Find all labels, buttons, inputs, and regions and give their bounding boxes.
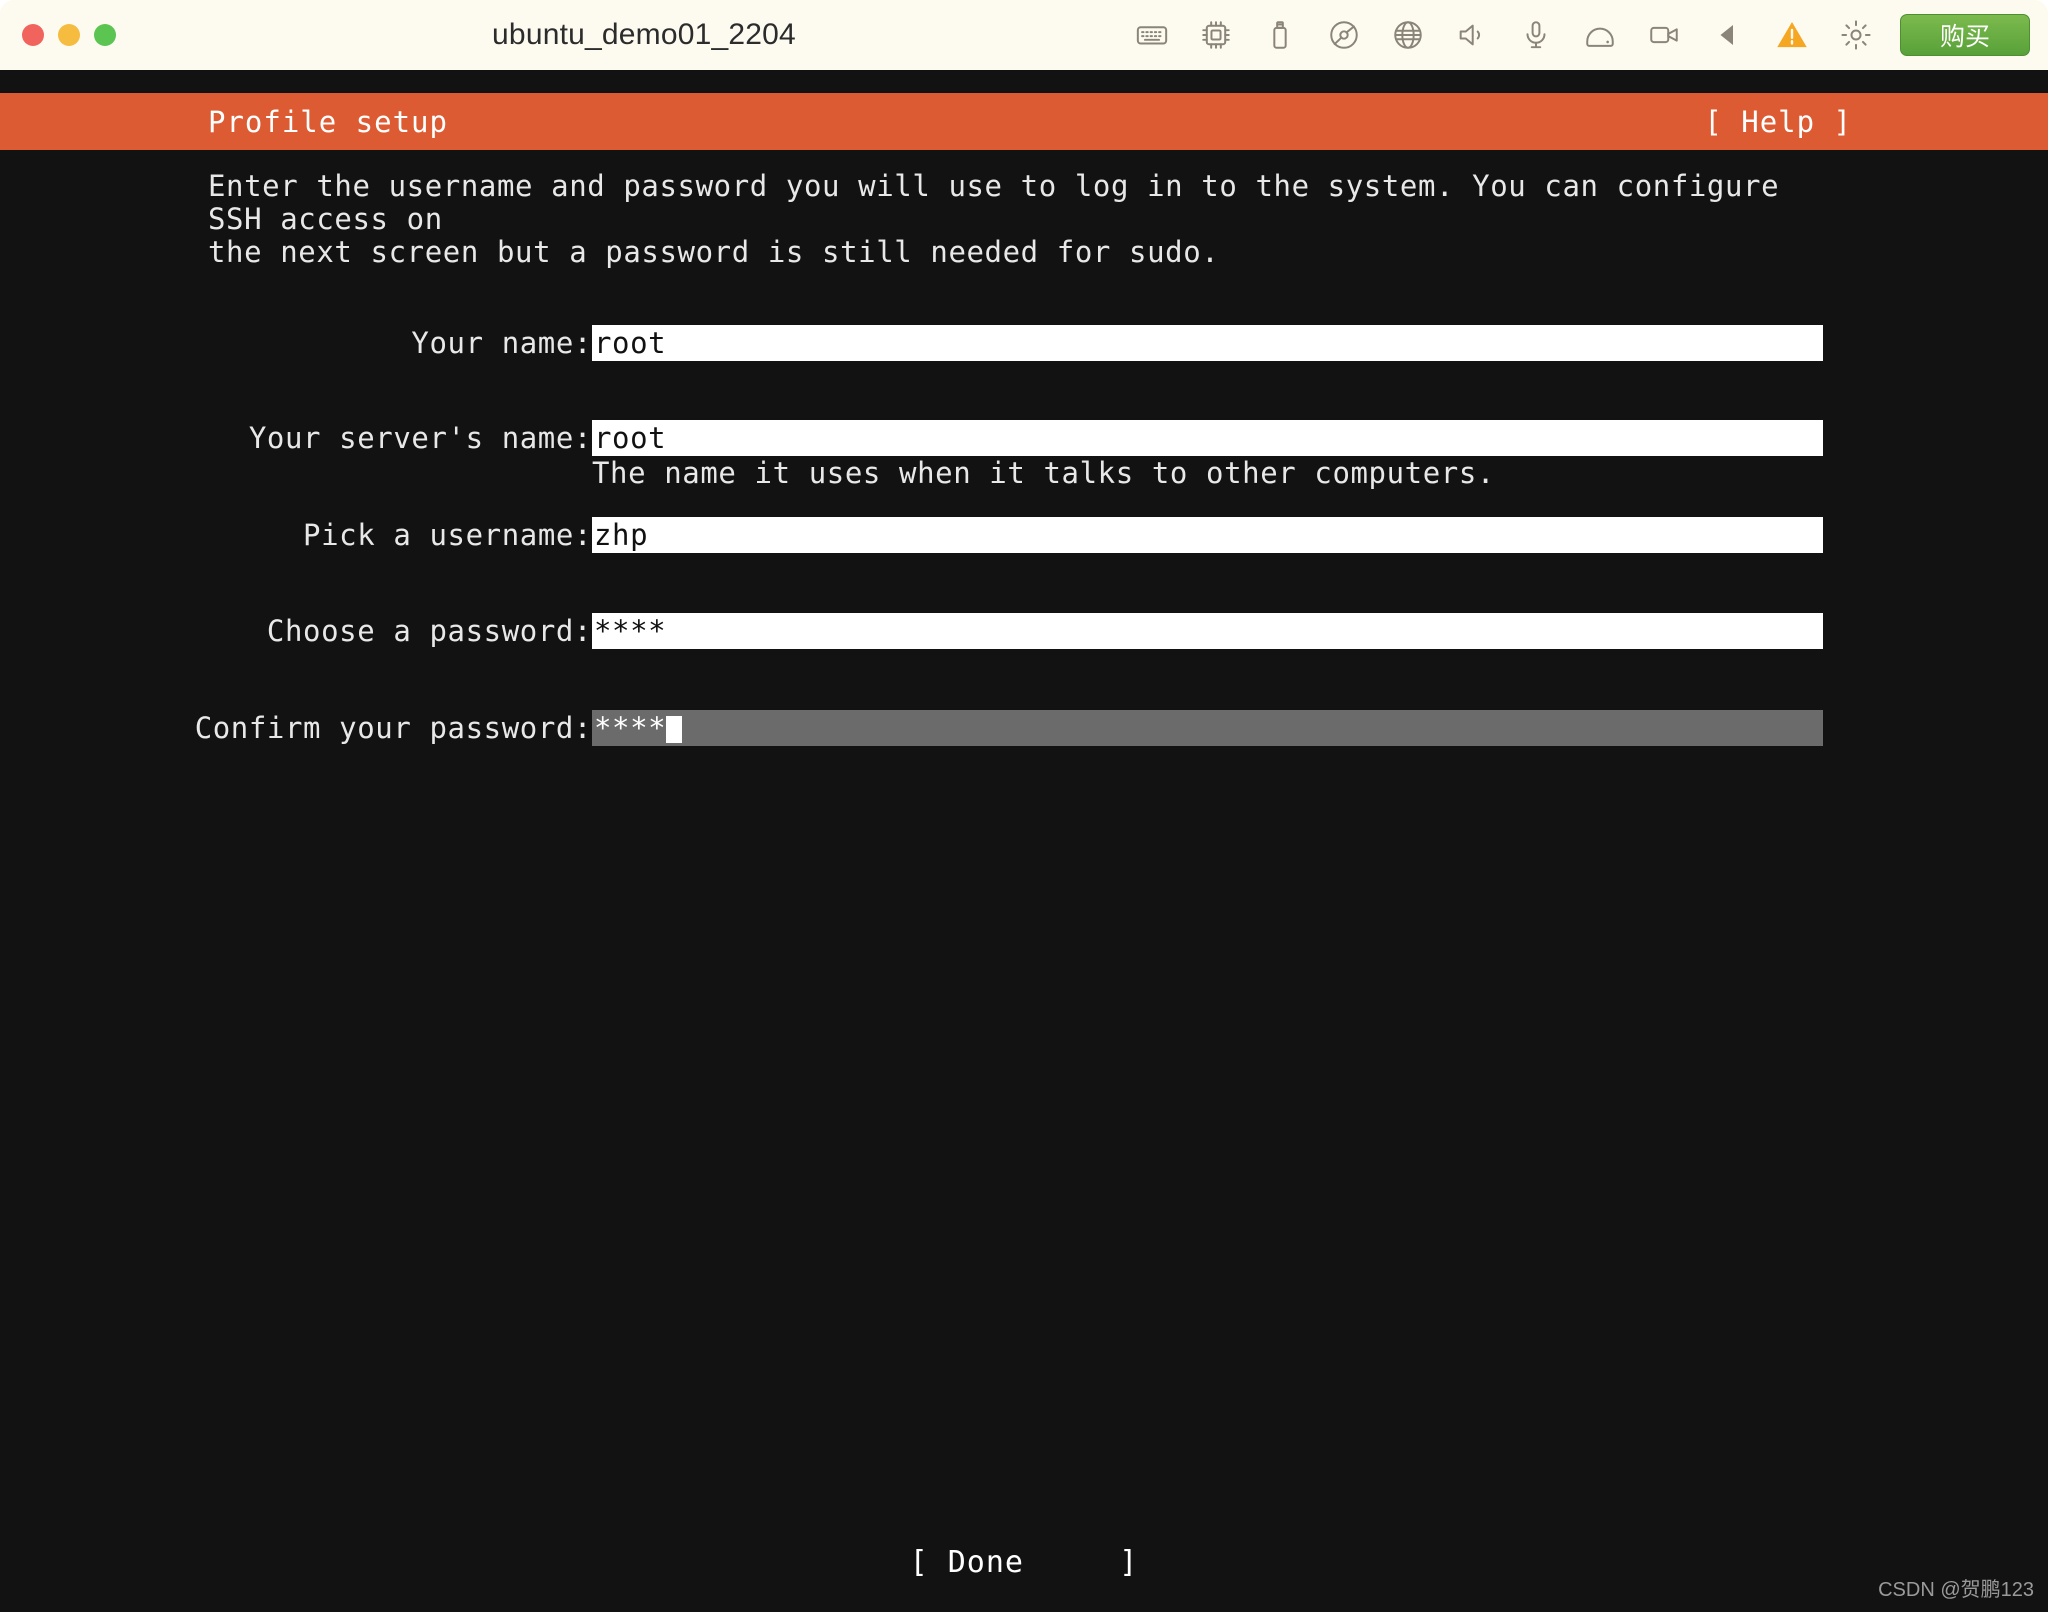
input-your-name[interactable]: root [592,325,1823,361]
microphone-icon[interactable] [1504,0,1568,70]
installer-header-bar: Profile setup [ Help ] [0,93,2048,150]
description-text: Enter the username and password you will… [208,170,1828,269]
hard-disk-icon[interactable] [1568,0,1632,70]
label-your-name: Your name: [411,325,592,361]
watermark: CSDN @贺鹏123 [1878,1573,2034,1602]
vm-window: ubuntu_demo01_2204 [0,0,2048,1612]
input-server-name[interactable]: root [592,420,1823,456]
label-username: Pick a username: [303,517,592,553]
vm-toolbar: 购买 [1120,0,2030,70]
hint-server-name: The name it uses when it talks to other … [592,456,1495,490]
installer-terminal: Profile setup [ Help ] Enter the usernam… [0,70,2048,1612]
form-row-confirm-password: Confirm your password: **** [0,710,2048,746]
confirm-password-value: **** [594,711,666,745]
cpu-icon[interactable] [1184,0,1248,70]
label-password: Choose a password: [267,613,592,649]
form-row-password: Choose a password: **** [0,613,2048,649]
label-server-name: Your server's name: [249,420,592,456]
speaker-icon[interactable] [1440,0,1504,70]
form-row-your-name: Your name: root [0,325,2048,361]
optical-disc-icon[interactable] [1312,0,1376,70]
keyboard-icon[interactable] [1120,0,1184,70]
done-button[interactable]: [ Done ] [0,1545,2048,1580]
input-username[interactable]: zhp [592,517,1823,553]
network-globe-icon[interactable] [1376,0,1440,70]
label-confirm-password: Confirm your password: [195,710,592,746]
form-row-server-name: Your server's name: root The name it use… [0,420,2048,456]
help-button[interactable]: [ Help ] [1704,105,1852,139]
window-titlebar: ubuntu_demo01_2204 [0,0,2048,70]
play-back-icon[interactable] [1696,0,1760,70]
usb-drive-icon[interactable] [1248,0,1312,70]
form-row-username: Pick a username: zhp [0,517,2048,553]
page-title: Profile setup [208,105,448,139]
input-confirm-password[interactable]: **** [592,710,1823,746]
buy-button[interactable]: 购买 [1900,14,2030,56]
text-cursor [666,716,682,743]
warning-icon[interactable] [1760,0,1824,70]
input-password[interactable]: **** [592,613,1823,649]
gear-icon[interactable] [1824,0,1888,70]
camera-icon[interactable] [1632,0,1696,70]
